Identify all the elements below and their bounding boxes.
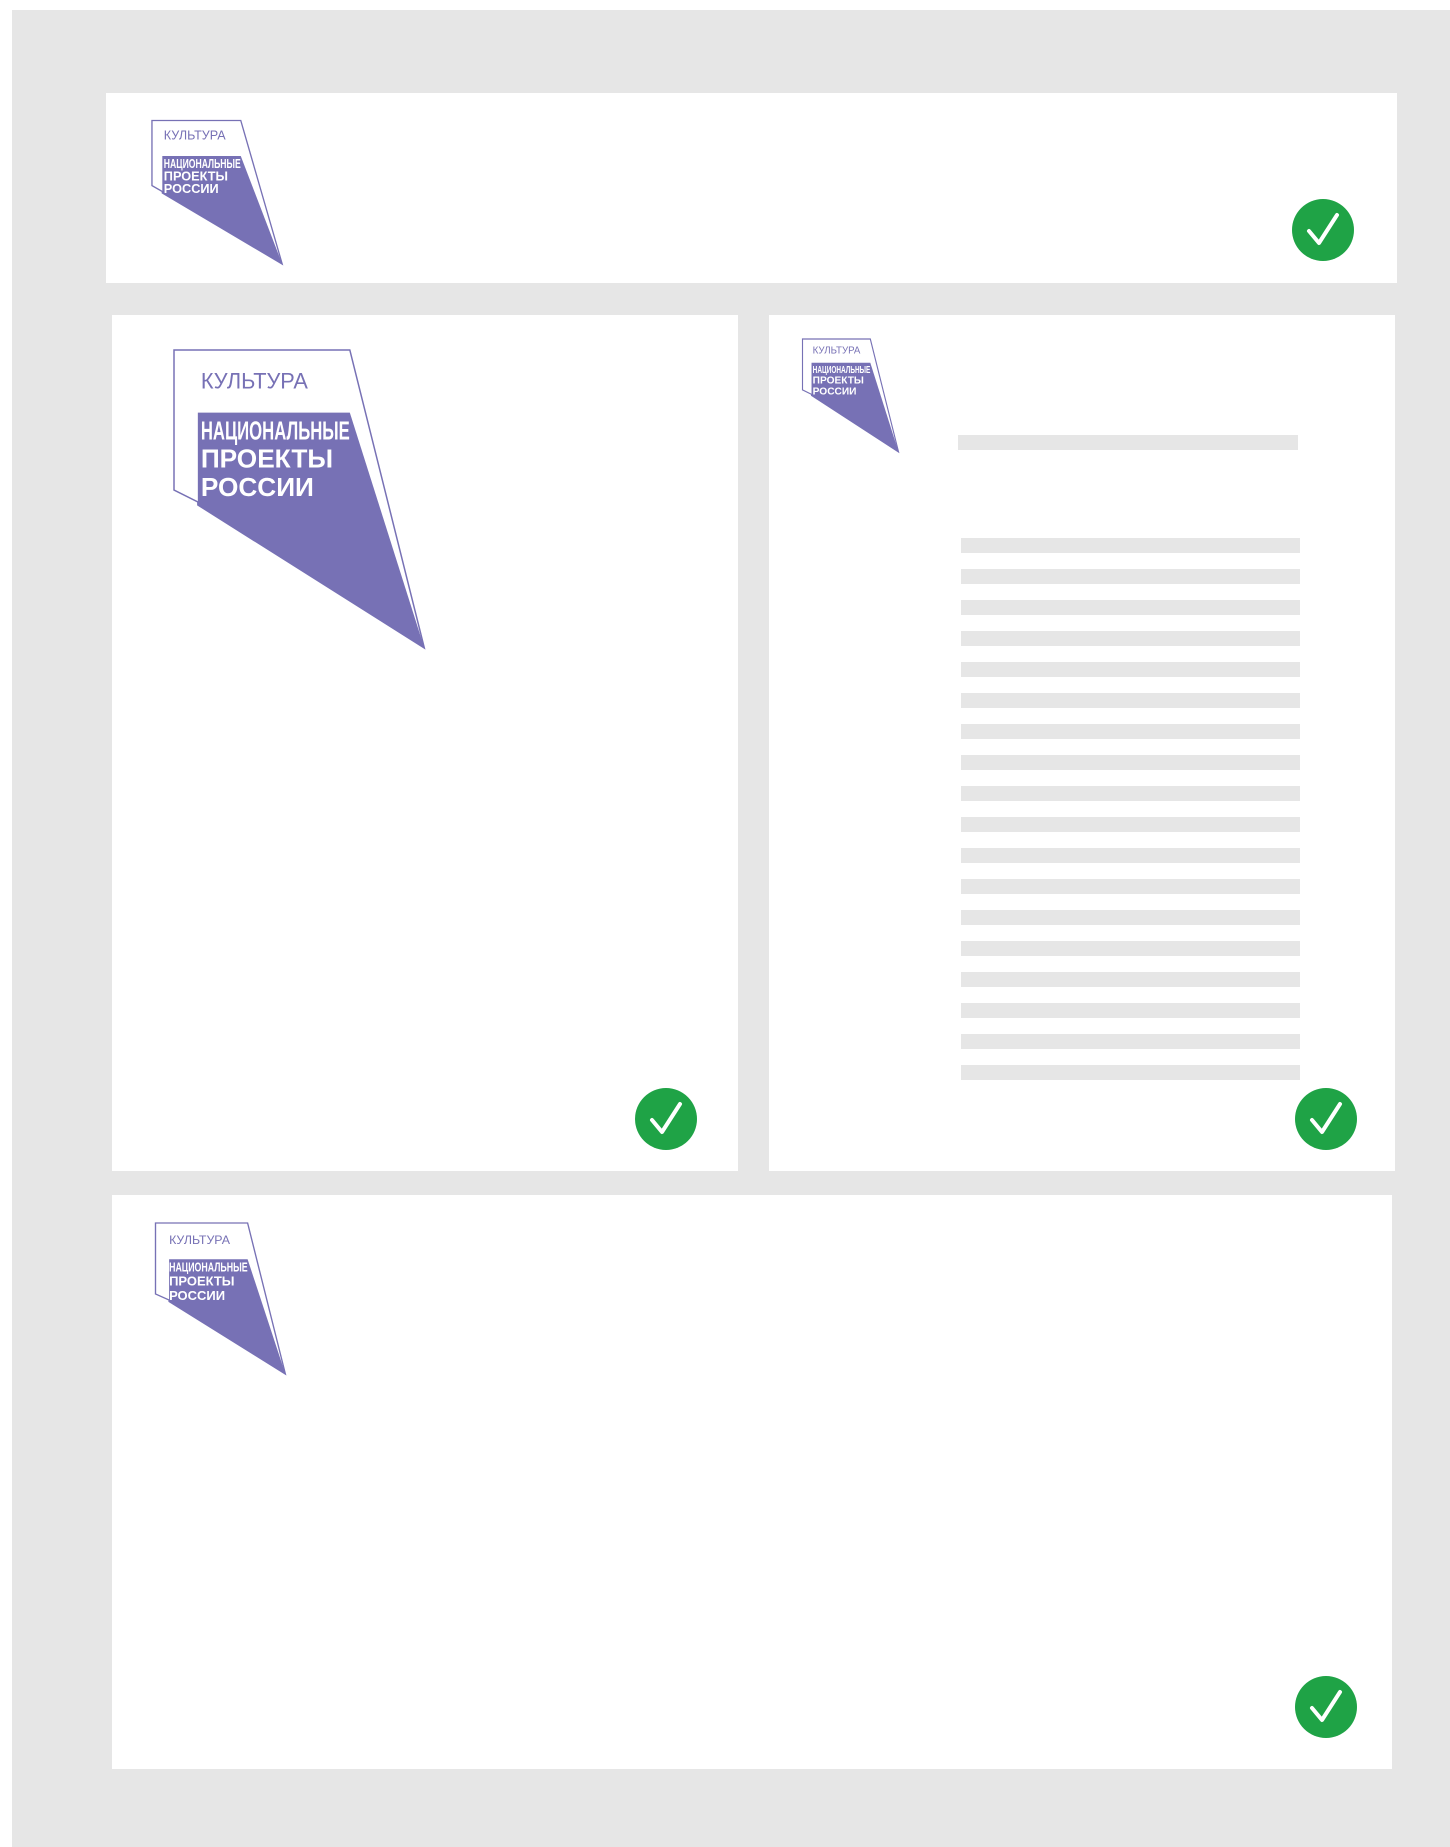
logo-line-russia: РОССИИ [164, 181, 219, 196]
text-placeholder-line [961, 693, 1300, 708]
check-circle-icon [1292, 199, 1354, 261]
check-circle-icon [1295, 1088, 1357, 1150]
national-projects-logo: КУЛЬТУРА НАЦИОНАЛЬНЫЕ ПРОЕКТЫ РОССИИ [134, 119, 312, 267]
logo-graphic: КУЛЬТУРА НАЦИОНАЛЬНЫЕ ПРОЕКТЫ РОССИИ [151, 119, 284, 266]
heading-placeholder-bar [958, 435, 1298, 450]
text-placeholder-line [961, 1065, 1300, 1080]
text-placeholder-line [961, 538, 1300, 553]
text-placeholder-line [961, 941, 1300, 956]
text-placeholder-line [961, 755, 1300, 770]
logo-line-national: НАЦИОНАЛЬНЫЕ [813, 365, 871, 376]
logo-line-russia: РОССИИ [169, 1288, 225, 1303]
wide-layout-card: КУЛЬТУРА НАЦИОНАЛЬНЫЕ ПРОЕКТЫ РОССИИ [112, 1195, 1392, 1769]
text-placeholder-line [961, 1034, 1300, 1049]
text-placeholder-line [961, 600, 1300, 615]
text-placeholder-line [961, 569, 1300, 584]
banner-layout-card: КУЛЬТУРА НАЦИОНАЛЬНЫЕ ПРОЕКТЫ РОССИИ [106, 93, 1397, 283]
logo-culture-label: КУЛЬТУРА [201, 369, 309, 394]
text-placeholder-line [961, 910, 1300, 925]
logo-line-projects: ПРОЕКТЫ [201, 444, 333, 474]
text-placeholder-line [961, 817, 1300, 832]
logo-culture-label: КУЛЬТУРА [164, 129, 227, 143]
logo-line-national: НАЦИОНАЛЬНЫЕ [169, 1259, 248, 1274]
logo-graphic: КУЛЬТУРА НАЦИОНАЛЬНЫЕ ПРОЕКТЫ РОССИИ [154, 1222, 287, 1376]
logo-graphic: КУЛЬТУРА НАЦИОНАЛЬНЫЕ ПРОЕКТЫ РОССИИ [801, 338, 900, 454]
text-placeholder-line [961, 631, 1300, 646]
layout-sheet: КУЛЬТУРА НАЦИОНАЛЬНЫЕ ПРОЕКТЫ РОССИИ КУЛ… [12, 10, 1450, 1847]
text-placeholder-line [961, 724, 1300, 739]
check-circle-icon [1295, 1676, 1357, 1738]
logo-line-projects: ПРОЕКТЫ [813, 376, 864, 387]
text-placeholder-line [961, 848, 1300, 863]
logo-line-russia: РОССИИ [201, 472, 314, 502]
logo-culture-label: КУЛЬТУРА [813, 346, 861, 357]
check-circle-icon [635, 1088, 697, 1150]
logo-graphic: КУЛЬТУРА НАЦИОНАЛЬНЫЕ ПРОЕКТЫ РОССИИ [173, 349, 426, 650]
text-placeholder-line [961, 879, 1300, 894]
logo-line-national: НАЦИОНАЛЬНЫЕ [201, 415, 350, 445]
text-page-layout-card: КУЛЬТУРА НАЦИОНАЛЬНЫЕ ПРОЕКТЫ РОССИИ [769, 315, 1395, 1171]
text-placeholder-line [961, 1003, 1300, 1018]
cover-layout-card: КУЛЬТУРА НАЦИОНАЛЬНЫЕ ПРОЕКТЫ РОССИИ [112, 315, 738, 1171]
national-projects-logo: КУЛЬТУРА НАЦИОНАЛЬНЫЕ ПРОЕКТЫ РОССИИ [142, 349, 504, 650]
logo-line-russia: РОССИИ [813, 386, 857, 397]
logo-line-projects: ПРОЕКТЫ [169, 1274, 234, 1289]
text-placeholder-line [961, 662, 1300, 677]
text-placeholder-line [961, 972, 1300, 987]
national-projects-logo: КУЛЬТУРА НАЦИОНАЛЬНЫЕ ПРОЕКТЫ РОССИИ [140, 1222, 322, 1376]
logo-culture-label: КУЛЬТУРА [169, 1233, 231, 1247]
national-projects-logo: КУЛЬТУРА НАЦИОНАЛЬНЫЕ ПРОЕКТЫ РОССИИ [791, 338, 927, 454]
text-placeholder-line [961, 786, 1300, 801]
